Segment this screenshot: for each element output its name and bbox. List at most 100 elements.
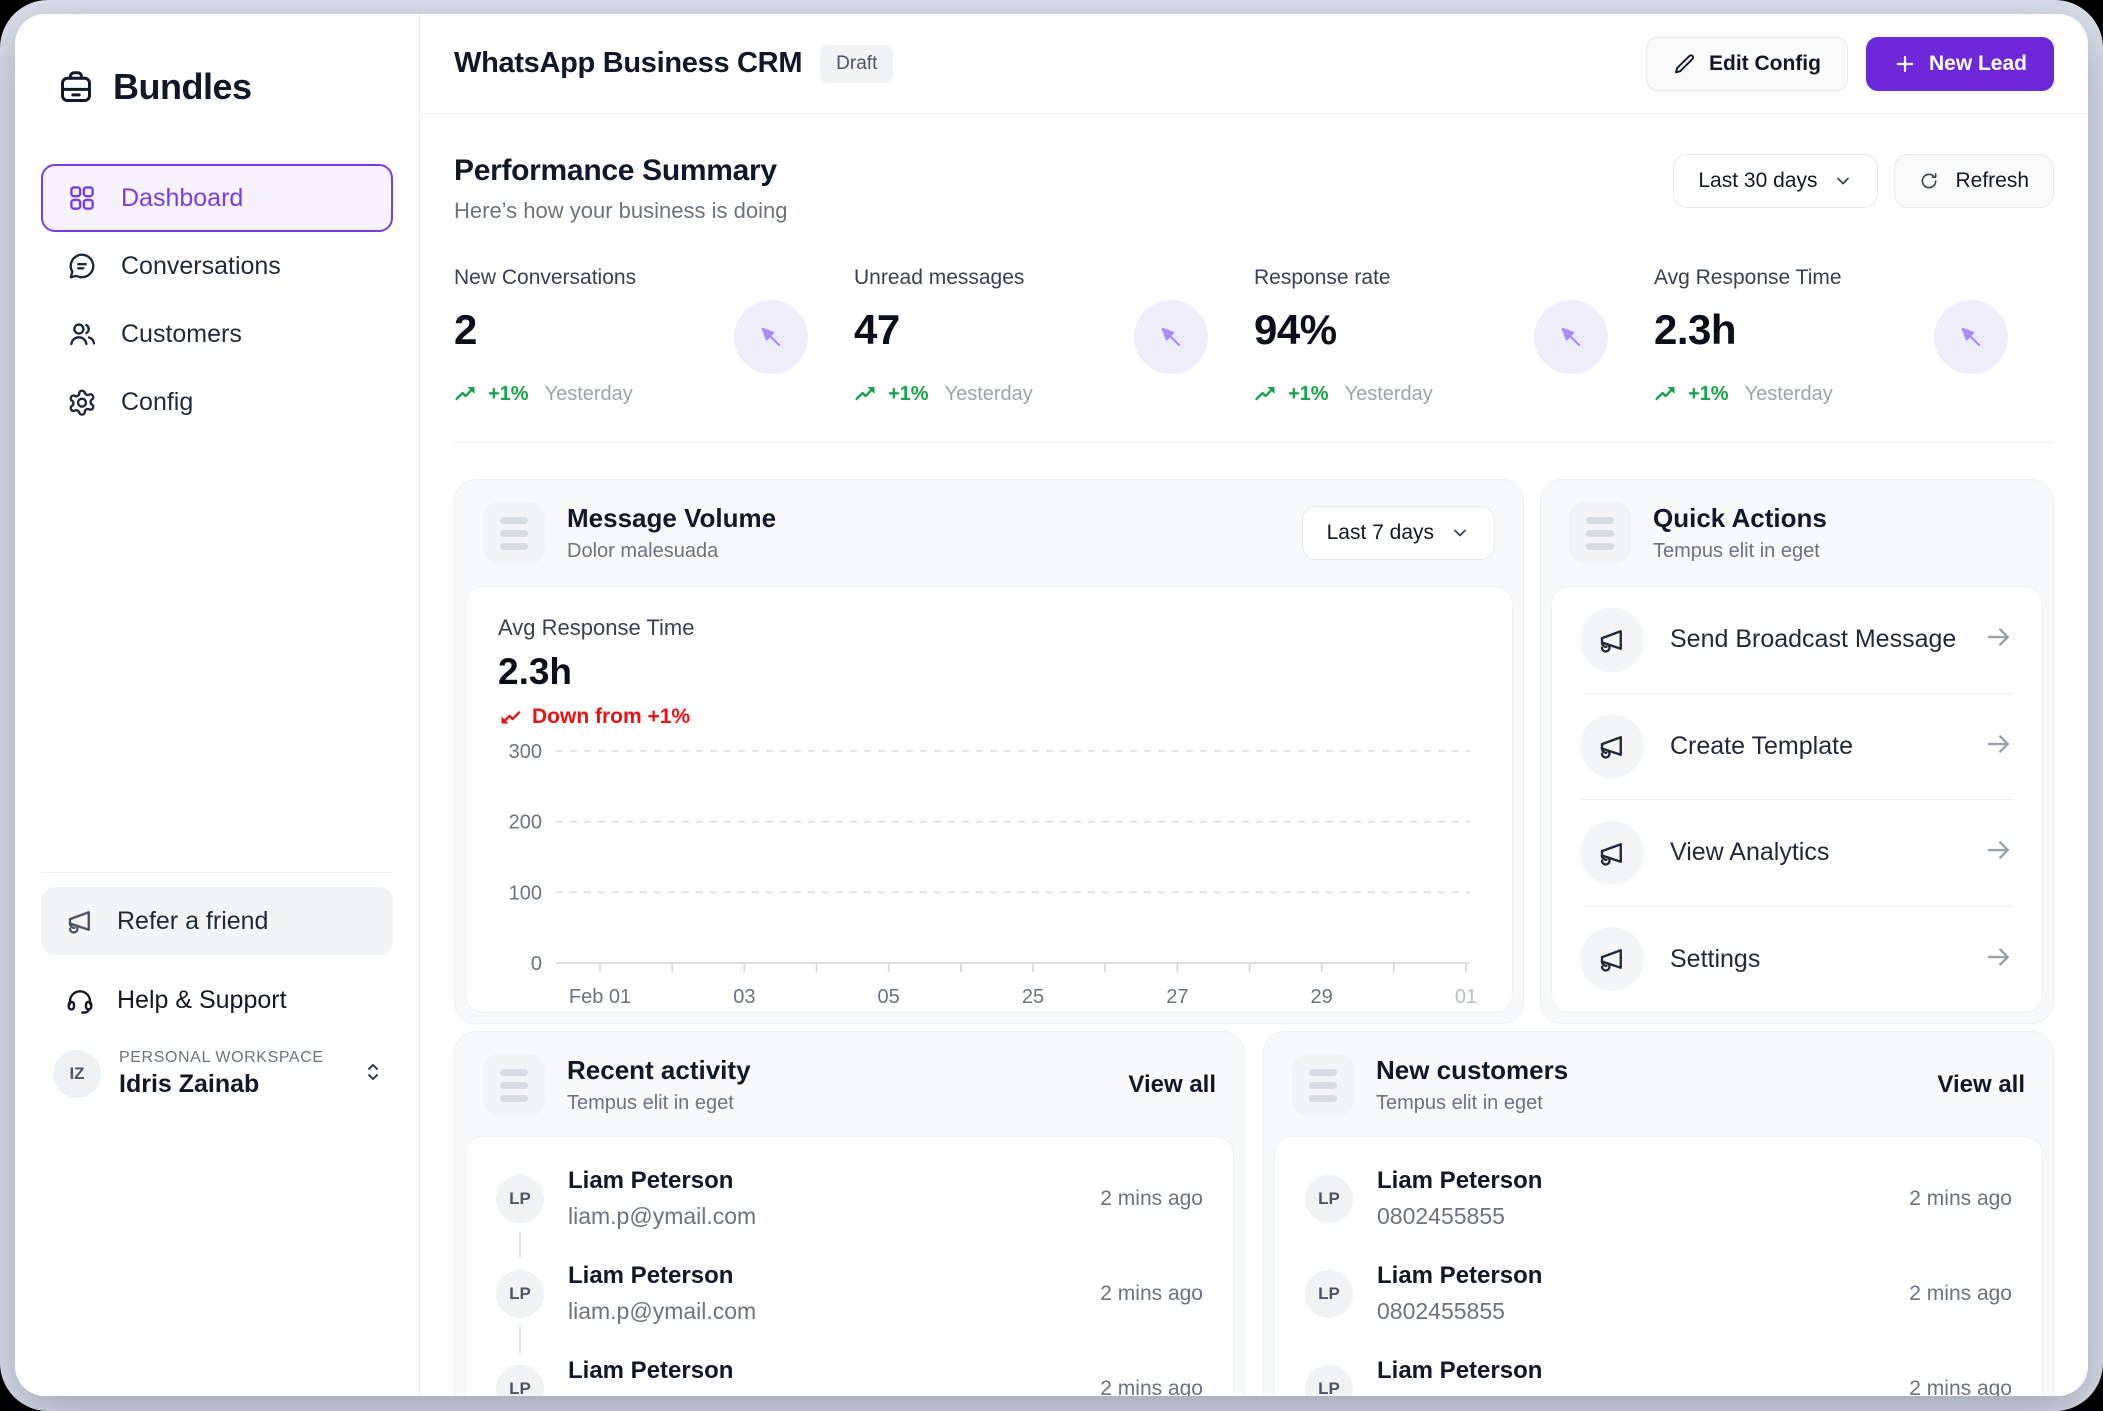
pencil-icon [1673,52,1697,76]
new-customers-subtitle: Tempus elit in eget [1376,1092,1568,1115]
recent-activity-view-all[interactable]: View all [1128,1071,1216,1099]
megaphone-icon [1597,838,1627,868]
svg-text:27: 27 [1166,986,1188,1007]
stat-delta: +1% [1688,383,1729,406]
brand: Bundles [57,66,393,108]
chart-range-value: Last 7 days [1327,521,1434,545]
megaphone-icon [1597,731,1627,761]
workspace-type: PERSONAL WORKSPACE [119,1049,343,1067]
quick-action-item[interactable]: Create Template [1580,693,2014,800]
topbar: WhatsApp Business CRM Draft Edit Config … [420,14,2088,114]
list-tile-icon [1292,1054,1354,1116]
avatar: LP [496,1270,544,1318]
quick-action-label: Create Template [1670,732,1853,761]
stat-value: 94% [1254,306,1433,354]
stat-value: 2.3h [1654,306,1842,354]
activity-time: 2 mins ago [1100,1187,1203,1211]
date-range-value: Last 30 days [1698,169,1817,193]
stat-card: Response rate 94% +1% Yesterday [1254,266,1654,406]
customer-row[interactable]: LP Liam Peterson 0802455855 2 mins ago [1305,1246,2012,1341]
status-badge: Draft [820,45,893,83]
person-email: liam.p@ymail.com [568,1393,756,1396]
customer-time: 2 mins ago [1909,1187,2012,1211]
stat-period: Yesterday [545,383,633,406]
activity-time: 2 mins ago [1100,1282,1203,1306]
stat-label: Unread messages [854,266,1033,290]
recent-activity-title: Recent activity [567,1055,751,1086]
svg-text:300: 300 [509,741,542,763]
quick-actions-list: Send Broadcast Message Create Template [1551,586,2043,1013]
dashboard-grid-icon [67,183,97,213]
megaphone-icon [65,906,95,936]
activity-row[interactable]: LP Liam Peterson liam.p@ymail.com 2 mins… [496,1341,1203,1396]
trend-up-icon [1654,382,1678,406]
stat-card: Unread messages 47 +1% Yesterday [854,266,1254,406]
stat-value: 2 [454,306,636,354]
recent-activity-card: Recent activity Tempus elit in eget View… [454,1031,1245,1396]
recent-activity-header: Recent activity Tempus elit in eget View… [465,1042,1234,1124]
sidebar-item[interactable]: Dashboard [41,164,393,232]
quick-action-bubble [1580,927,1644,991]
person-phone: 0802455855 [1377,1298,1542,1325]
message-volume-card: Message Volume Dolor malesuada Last 7 da… [454,479,1524,1024]
stat-bubble [1134,300,1208,374]
brand-name: Bundles [113,66,252,108]
gear-icon [67,387,97,417]
performance-summary-header: Performance Summary Here’s how your busi… [454,154,2054,224]
sidebar-item[interactable]: Conversations [41,232,393,300]
arrow-right-icon [1984,835,2014,870]
message-volume-header: Message Volume Dolor malesuada Last 7 da… [465,490,1513,572]
edit-config-button[interactable]: Edit Config [1646,37,1848,91]
quick-action-item[interactable]: Send Broadcast Message [1580,587,2014,693]
summary-subtitle: Here’s how your business is doing [454,198,787,224]
stat-delta: +1% [1288,383,1329,406]
sidebar-item[interactable]: Config [41,368,393,436]
workspace-caret [361,1060,385,1089]
stats-row: New Conversations 2 +1% Yesterday [454,266,2054,406]
activity-row[interactable]: LP Liam Peterson liam.p@ymail.com 2 mins… [496,1151,1203,1246]
help-support-button[interactable]: Help & Support [41,971,393,1029]
new-lead-button[interactable]: New Lead [1866,37,2054,91]
quick-action-item[interactable]: View Analytics [1580,799,2014,906]
quick-action-item[interactable]: Settings [1580,906,2014,1013]
sidebar-bottom: Refer a friend Help & Support IZ PERSONA… [41,872,393,1099]
kpi-delta: Down from +1% [498,705,1480,729]
content: Performance Summary Here’s how your busi… [420,114,2088,1396]
svg-text:25: 25 [1022,986,1044,1007]
app-window: Bundles Dashboard Conversations [15,14,2088,1396]
sidebar-divider [41,872,393,873]
refer-a-friend-button[interactable]: Refer a friend [41,887,393,955]
avatar: LP [496,1365,544,1397]
stat-period: Yesterday [1745,383,1833,406]
sidebar-item-label: Customers [121,320,242,349]
workspace-name: Idris Zainab [119,1070,343,1099]
chart-range-dropdown[interactable]: Last 7 days [1302,506,1495,560]
avatar: LP [1305,1270,1353,1318]
workspace-switcher[interactable]: IZ PERSONAL WORKSPACE Idris Zainab [41,1049,393,1099]
stat-texts: New Conversations 2 +1% Yesterday [454,266,636,406]
sidebar-item[interactable]: Customers [41,300,393,368]
activity-row[interactable]: LP Liam Peterson liam.p@ymail.com 2 mins… [496,1246,1203,1341]
chat-bubble-icon [67,251,97,281]
refer-a-friend-label: Refer a friend [117,907,268,936]
chevron-up-down-icon [361,1060,385,1084]
stat-label: Avg Response Time [1654,266,1842,290]
new-customers-header: New customers Tempus elit in eget View a… [1274,1042,2043,1124]
person-name: Liam Peterson [1377,1262,1542,1290]
refresh-label: Refresh [1955,169,2029,193]
customer-row[interactable]: LP Liam Peterson 0802455855 2 mins ago [1305,1151,2012,1246]
message-volume-subtitle: Dolor malesuada [567,540,776,563]
svg-text:Feb 01: Feb 01 [569,986,631,1007]
chevron-down-icon [1833,171,1853,191]
person-phone: 0802455855 [1377,1393,1542,1396]
refresh-button[interactable]: Refresh [1894,154,2054,208]
svg-text:05: 05 [878,986,900,1007]
quick-action-bubble [1580,608,1644,672]
date-range-dropdown[interactable]: Last 30 days [1673,154,1878,208]
quick-actions-header: Quick Actions Tempus elit in eget [1551,490,2043,572]
new-customers-view-all[interactable]: View all [1937,1071,2025,1099]
stat-label: New Conversations [454,266,636,290]
cursor-arrow-icon [1557,323,1585,351]
customer-row[interactable]: LP Liam Peterson 0802455855 2 mins ago [1305,1341,2012,1396]
stat-trend: +1% Yesterday [1254,382,1433,406]
